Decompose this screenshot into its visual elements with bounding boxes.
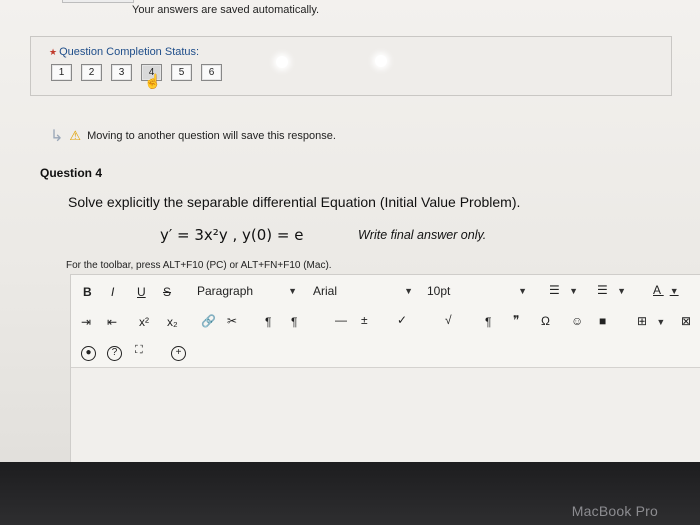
strikethrough-button[interactable]: S bbox=[163, 285, 171, 299]
math-icon[interactable]: √ bbox=[445, 313, 452, 327]
answer-text-area[interactable] bbox=[71, 367, 700, 462]
text-color-button[interactable]: A ▼ bbox=[653, 283, 679, 297]
question-status-panel: ★ Question Completion Status: 1 2 3 4 5 6… bbox=[30, 36, 672, 96]
question-mark-icon: ? bbox=[107, 346, 122, 361]
numbered-list-button[interactable]: ☰ ▼ bbox=[597, 283, 626, 297]
toolbar-hint: For the toolbar, press ALT+F10 (PC) or A… bbox=[66, 260, 332, 271]
chevron-down-icon: ▼ bbox=[288, 286, 297, 296]
laptop-bezel: MacBook Pro bbox=[0, 462, 700, 525]
question-title: Question 4 bbox=[40, 166, 103, 180]
question-nav-6[interactable]: 6 bbox=[201, 64, 222, 81]
outdent-icon[interactable]: ⇤ bbox=[107, 315, 117, 329]
save-notice-text: Moving to another question will save thi… bbox=[87, 130, 336, 142]
toolbar-row-1: B I U S Paragraph ▼ Arial ▼ 10pt ▼ ☰ ▼ ☰ ▼ … bbox=[71, 275, 700, 305]
chevron-down-icon: ▼ bbox=[404, 286, 413, 296]
bulleted-list-button[interactable]: ☰ ▼ bbox=[549, 283, 578, 297]
paragraph-mark-icon[interactable]: ¶ bbox=[485, 315, 491, 329]
paragraph-select[interactable]: Paragraph ▼ bbox=[197, 284, 297, 298]
question-equation: y′ = 3x²y , y(0) = e bbox=[160, 226, 304, 244]
subscript-button[interactable]: x₂ bbox=[167, 315, 178, 329]
eye-icon: ● bbox=[81, 346, 96, 361]
plus-minus-icon[interactable]: ± bbox=[361, 313, 368, 327]
ltr-paragraph-icon[interactable]: ¶ bbox=[265, 315, 271, 329]
indent-icon[interactable]: ⇥ bbox=[81, 315, 91, 329]
answer-editor: B I U S Paragraph ▼ Arial ▼ 10pt ▼ ☰ ▼ ☰ ▼ … bbox=[70, 274, 700, 462]
unlink-icon[interactable]: ✂ bbox=[227, 314, 237, 328]
status-title: ★ Question Completion Status: bbox=[49, 46, 199, 58]
save-notice: ↳ ⚠ Moving to another question will save… bbox=[50, 126, 336, 146]
font-size-select[interactable]: 10pt ▼ bbox=[427, 284, 527, 298]
add-content-button[interactable]: + bbox=[171, 344, 186, 361]
bold-button[interactable]: B bbox=[83, 285, 92, 299]
font-select[interactable]: Arial ▼ bbox=[313, 284, 413, 298]
emoji-icon[interactable]: ☺ bbox=[571, 314, 583, 328]
question-prompt: Solve explicitly the separable different… bbox=[68, 194, 521, 210]
paragraph-select-value: Paragraph bbox=[197, 284, 254, 298]
hand-cursor-icon: ☝ bbox=[144, 73, 162, 89]
close-icon[interactable]: ⊠ bbox=[681, 314, 691, 328]
font-size-select-value: 10pt bbox=[427, 284, 451, 298]
required-star-icon: ★ bbox=[49, 47, 58, 57]
preview-icon[interactable]: ● bbox=[81, 344, 96, 361]
rtl-paragraph-icon[interactable]: ¶ bbox=[291, 315, 297, 329]
status-title-text: Question Completion Status: bbox=[59, 46, 200, 58]
italic-button[interactable]: I bbox=[111, 285, 114, 299]
partial-header-button[interactable] bbox=[62, 0, 134, 3]
bookmark-icon[interactable]: ■ bbox=[599, 314, 606, 328]
question-nav-3[interactable]: 3 bbox=[111, 64, 132, 81]
table-icon[interactable]: ⊞ ▼ bbox=[637, 314, 665, 328]
browser-screen: Your answers are saved automatically. ★ Q… bbox=[0, 0, 700, 462]
underline-button[interactable]: U bbox=[137, 285, 146, 299]
screen-glare bbox=[276, 56, 288, 68]
autosave-message: Your answers are saved automatically. bbox=[132, 4, 320, 16]
chevron-down-icon: ▼ bbox=[569, 286, 579, 296]
blockquote-icon[interactable]: ❞ bbox=[513, 313, 519, 327]
plus-icon: + bbox=[171, 346, 186, 361]
question-nav-5[interactable]: 5 bbox=[171, 64, 192, 81]
special-char-icon[interactable]: Ω bbox=[541, 314, 550, 328]
superscript-button[interactable]: x² bbox=[139, 315, 149, 329]
chevron-down-icon: ▼ bbox=[518, 286, 527, 296]
screen-glare bbox=[375, 55, 387, 67]
fullscreen-icon[interactable]: ⛶ bbox=[135, 344, 143, 357]
spellcheck-icon[interactable]: ✓ bbox=[397, 313, 407, 327]
chevron-down-icon: ▼ bbox=[617, 286, 627, 296]
chevron-down-icon: ▼ bbox=[656, 317, 666, 327]
horizontal-rule-icon[interactable]: — bbox=[335, 313, 347, 327]
device-brand-label: MacBook Pro bbox=[571, 503, 658, 519]
toolbar-row-2: ⇥ ⇤ x² x₂ 🔗 ✂ ¶ ¶ — ± ✓ √ ¶ ❞ Ω ☺ ■ ⊞ ▼ … bbox=[71, 305, 700, 335]
return-arrow-icon: ↳ bbox=[50, 128, 64, 145]
warning-icon: ⚠ bbox=[69, 128, 82, 143]
question-nav-2[interactable]: 2 bbox=[81, 64, 102, 81]
question-nav: 1 2 3 4 5 6 bbox=[51, 64, 222, 81]
question-instruction: Write final answer only. bbox=[358, 228, 487, 242]
link-icon[interactable]: 🔗 bbox=[201, 314, 216, 328]
font-select-value: Arial bbox=[313, 284, 338, 298]
chevron-down-icon: ▼ bbox=[669, 286, 679, 296]
toolbar-row-3: ● ? ⛶ + bbox=[71, 338, 700, 368]
help-icon[interactable]: ? bbox=[107, 344, 122, 361]
question-nav-1[interactable]: 1 bbox=[51, 64, 72, 81]
